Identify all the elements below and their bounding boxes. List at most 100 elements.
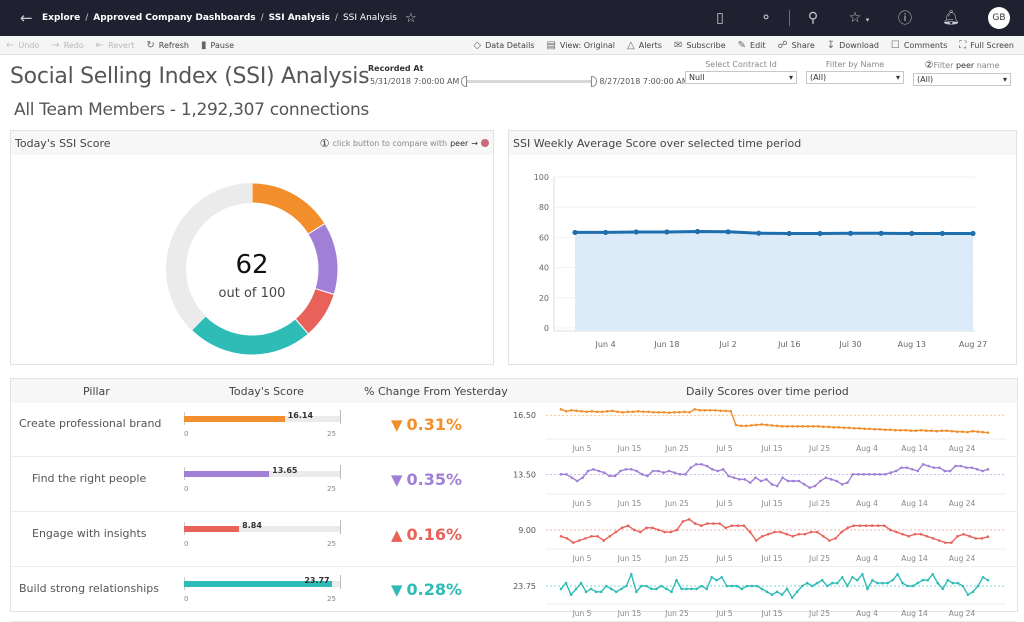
daily-score-point[interactable] <box>636 409 640 413</box>
daily-score-point[interactable] <box>846 584 849 588</box>
daily-score-point[interactable] <box>795 590 799 594</box>
daily-score-point[interactable] <box>936 581 940 585</box>
daily-score-point[interactable] <box>954 464 957 468</box>
weekly-point[interactable] <box>939 230 945 237</box>
daily-score-point[interactable] <box>770 483 774 486</box>
daily-score-point[interactable] <box>822 535 825 538</box>
daily-score-point[interactable] <box>564 581 568 585</box>
daily-score-point[interactable] <box>745 584 749 588</box>
daily-score-point[interactable] <box>944 541 947 544</box>
daily-score-point[interactable] <box>754 476 757 479</box>
daily-score-point[interactable] <box>901 532 904 536</box>
daily-score-point[interactable] <box>761 535 764 538</box>
daily-score-point[interactable] <box>976 584 980 588</box>
daily-score-point[interactable] <box>590 409 594 413</box>
daily-score-point[interactable] <box>916 581 919 585</box>
daily-score-point[interactable] <box>986 578 990 582</box>
name-select[interactable]: (All) ▾ <box>806 71 904 84</box>
daily-score-point[interactable] <box>775 590 779 594</box>
daily-score-point[interactable] <box>956 535 959 538</box>
daily-score-point[interactable] <box>770 593 774 597</box>
daily-score-point[interactable] <box>678 473 682 476</box>
breadcrumb-ssi-workbook[interactable]: SSI Analysis <box>269 13 330 23</box>
daily-score-point[interactable] <box>889 471 893 474</box>
daily-score-point[interactable] <box>841 575 844 579</box>
daily-score-point[interactable] <box>736 524 740 527</box>
daily-score-point[interactable] <box>943 469 947 473</box>
daily-score-point[interactable] <box>852 524 856 527</box>
daily-score-point[interactable] <box>716 469 720 473</box>
daily-score-point[interactable] <box>647 410 650 414</box>
daily-score-point[interactable] <box>820 578 824 582</box>
daily-score-point[interactable] <box>578 539 581 542</box>
daily-score-point[interactable] <box>651 469 655 473</box>
weekly-point[interactable] <box>817 230 823 237</box>
daily-score-point[interactable] <box>673 471 676 474</box>
daily-score-point[interactable] <box>640 584 643 588</box>
daily-score-point[interactable] <box>672 410 676 414</box>
weekly-point[interactable] <box>603 229 609 236</box>
daily-score-point[interactable] <box>760 423 763 426</box>
daily-score-point[interactable] <box>815 581 819 585</box>
daily-score-point[interactable] <box>965 466 968 469</box>
daily-score-point[interactable] <box>765 478 768 481</box>
range-start-handle[interactable] <box>461 76 468 87</box>
comments-button[interactable]: ☐ Comments <box>885 40 953 51</box>
daily-score-point[interactable] <box>981 469 984 473</box>
daily-score-point[interactable] <box>907 535 910 538</box>
daily-score-point[interactable] <box>825 584 829 588</box>
daily-score-point[interactable] <box>738 478 741 481</box>
daily-score-point[interactable] <box>931 573 935 576</box>
daily-score-point[interactable] <box>565 537 569 540</box>
daily-score-point[interactable] <box>655 587 658 591</box>
daily-score-point[interactable] <box>945 429 949 433</box>
daily-score-point[interactable] <box>640 473 644 476</box>
daily-score-point[interactable] <box>720 575 724 579</box>
daily-score-point[interactable] <box>806 425 810 428</box>
daily-score-point[interactable] <box>884 473 887 476</box>
daily-score-point[interactable] <box>721 468 725 471</box>
daily-score-point[interactable] <box>832 426 835 429</box>
daily-score-point[interactable] <box>669 530 673 534</box>
daily-score-point[interactable] <box>938 466 941 469</box>
daily-score-point[interactable] <box>600 410 604 414</box>
daily-score-point[interactable] <box>808 486 811 489</box>
daily-score-point[interactable] <box>599 590 603 594</box>
daily-score-point[interactable] <box>840 483 844 486</box>
daily-score-point[interactable] <box>675 528 679 532</box>
daily-score-point[interactable] <box>629 468 633 471</box>
daily-score-point[interactable] <box>786 479 790 483</box>
daily-score-point[interactable] <box>570 476 574 479</box>
daily-score-point[interactable] <box>730 584 734 588</box>
daily-score-point[interactable] <box>919 428 923 432</box>
weekly-point[interactable] <box>756 230 762 236</box>
breadcrumb-approved-dashboards[interactable]: Approved Company Dashboards <box>93 13 255 23</box>
daily-score-point[interactable] <box>779 530 782 534</box>
undo-button[interactable]: ← Undo <box>0 40 45 51</box>
help-icon[interactable]: ⓘ <box>882 8 928 28</box>
daily-score-point[interactable] <box>663 530 666 534</box>
daily-score-point[interactable] <box>847 426 851 430</box>
daily-score-point[interactable] <box>594 590 598 594</box>
mobile-device-icon[interactable]: ▯ <box>697 10 743 26</box>
daily-score-point[interactable] <box>819 479 822 483</box>
daily-score-point[interactable] <box>574 587 578 591</box>
user-avatar[interactable]: GB <box>988 7 1010 29</box>
daily-score-point[interactable] <box>681 520 685 523</box>
daily-score-point[interactable] <box>724 409 727 413</box>
daily-score-point[interactable] <box>931 537 935 540</box>
daily-score-point[interactable] <box>630 573 633 576</box>
favorites-dropdown-icon[interactable]: ☆ ▾ <box>836 10 882 26</box>
daily-score-point[interactable] <box>748 530 752 534</box>
daily-score-point[interactable] <box>824 476 828 479</box>
daily-score-point[interactable] <box>770 424 774 427</box>
daily-score-point[interactable] <box>680 587 683 591</box>
daily-score-point[interactable] <box>926 578 930 582</box>
daily-score-point[interactable] <box>851 575 854 579</box>
daily-score-point[interactable] <box>791 425 794 428</box>
daily-score-point[interactable] <box>657 410 661 414</box>
daily-score-point[interactable] <box>842 426 846 430</box>
date-range-slider[interactable] <box>461 76 598 87</box>
daily-score-point[interactable] <box>571 541 575 544</box>
daily-score-point[interactable] <box>569 593 573 597</box>
